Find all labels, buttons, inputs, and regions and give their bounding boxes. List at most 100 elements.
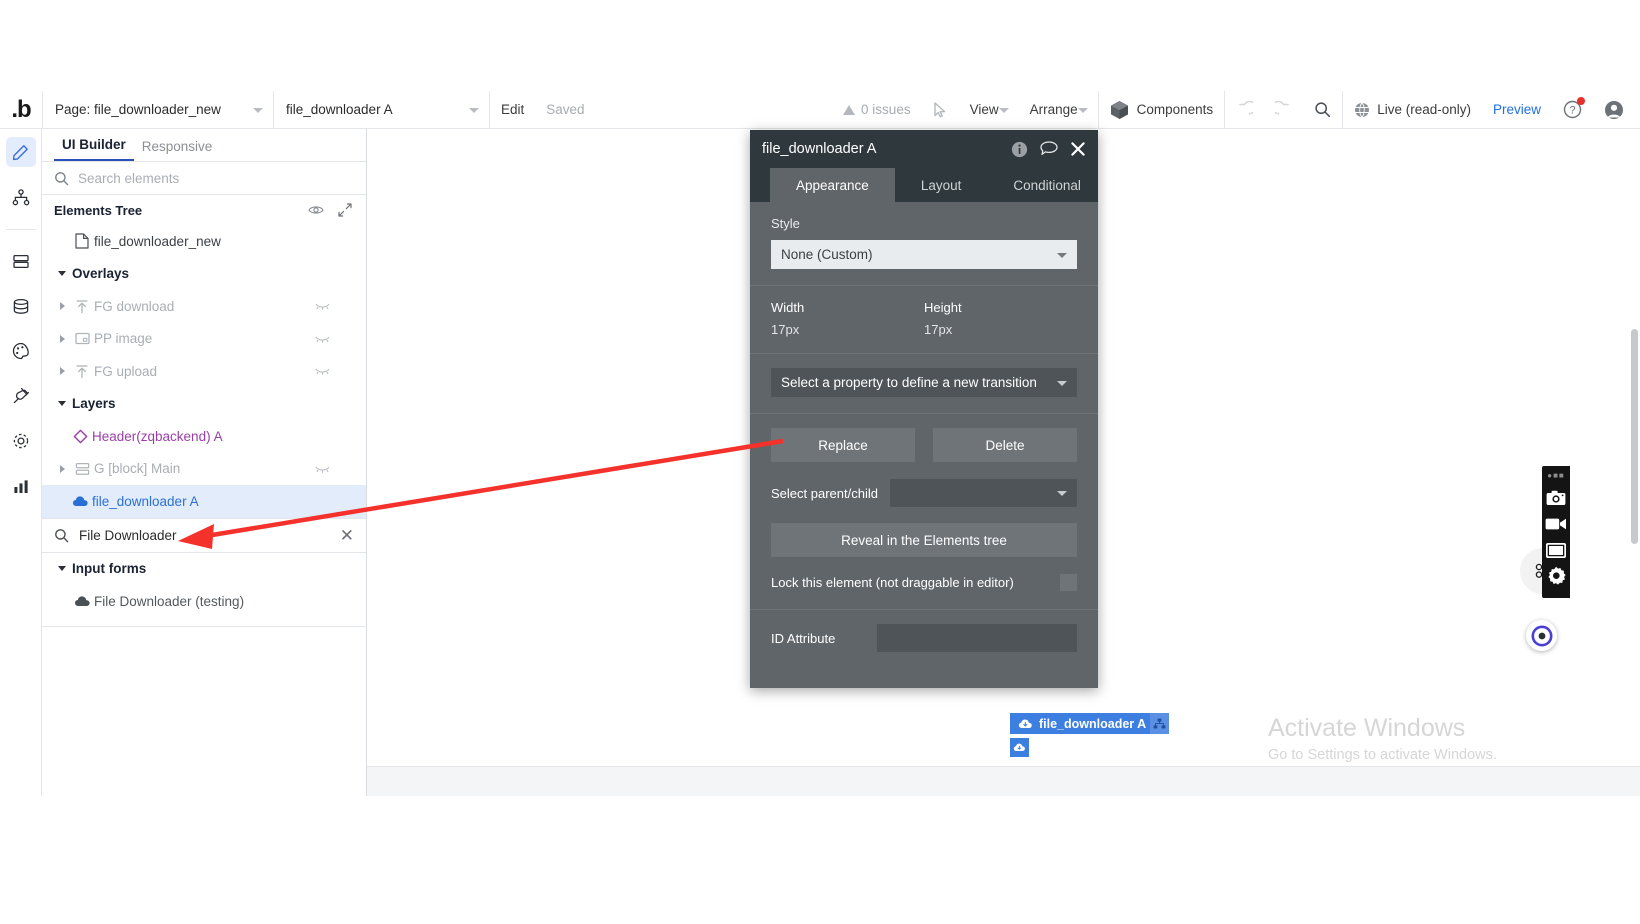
- rail-item-database[interactable]: [6, 291, 36, 321]
- hidden-eye-icon[interactable]: [315, 334, 330, 344]
- scrollbar-thumb[interactable]: [1631, 329, 1638, 544]
- comment-icon[interactable]: [1040, 141, 1058, 157]
- globe-icon: [1354, 102, 1370, 118]
- account-button[interactable]: [1593, 91, 1640, 129]
- arrange-menu[interactable]: Arrange: [1019, 91, 1098, 129]
- tab-responsive[interactable]: Responsive: [134, 139, 221, 161]
- panel-tabs: UI Builder Responsive: [42, 129, 366, 162]
- screenshot-button[interactable]: [1544, 485, 1568, 511]
- chevron-down-icon: [1077, 107, 1088, 113]
- live-label: Live (read-only): [1377, 102, 1471, 117]
- tree-group-layers[interactable]: Layers: [42, 388, 366, 421]
- plug-icon: [12, 387, 30, 405]
- lock-element-checkbox[interactable]: [1060, 574, 1077, 591]
- rail-item-design[interactable]: [5, 137, 36, 167]
- selection-hierarchy-button[interactable]: [1150, 713, 1169, 734]
- dialog-title-bar[interactable]: file_downloader A: [750, 130, 1098, 168]
- redo-button[interactable]: [1264, 91, 1303, 129]
- warning-icon: [843, 104, 856, 115]
- page-select[interactable]: Page: file_downloader_new: [43, 91, 273, 129]
- ui-builder-panel: UI Builder Responsive Elements Tree: [42, 129, 367, 796]
- tree-row-fg-upload[interactable]: FG upload: [42, 355, 366, 388]
- chevron-down-icon: [469, 107, 479, 113]
- rail-item-workflow[interactable]: [6, 182, 36, 212]
- expand-icon[interactable]: [338, 203, 352, 217]
- undo-button[interactable]: [1225, 91, 1264, 129]
- window-capture-button[interactable]: [1544, 537, 1568, 563]
- canvas-selection-badge[interactable]: file_downloader A: [1010, 713, 1155, 734]
- hidden-eye-icon[interactable]: [315, 464, 330, 474]
- live-mode-button[interactable]: Live (read-only): [1343, 91, 1482, 129]
- close-icon[interactable]: ✕: [340, 527, 354, 544]
- tab-ui-builder[interactable]: UI Builder: [54, 137, 134, 161]
- rail-item-styles[interactable]: [6, 336, 36, 366]
- search-input[interactable]: [78, 170, 318, 186]
- elements-tree-header: Elements Tree: [42, 195, 366, 225]
- delete-button[interactable]: Delete: [933, 428, 1077, 462]
- hierarchy-icon: [1153, 718, 1166, 730]
- rail-item-data[interactable]: [6, 246, 36, 276]
- style-select[interactable]: None (Custom): [771, 240, 1077, 269]
- tree-row-g-block-main[interactable]: G [block] Main: [42, 453, 366, 486]
- chevron-down-icon: [1057, 380, 1067, 386]
- tree-group-overlays[interactable]: Overlays: [42, 258, 366, 291]
- rail-item-settings[interactable]: [6, 426, 36, 456]
- cloud-download-icon: [70, 595, 94, 608]
- search-button[interactable]: [1303, 91, 1342, 129]
- results-group-label: Input forms: [72, 561, 147, 577]
- results-group-input-forms[interactable]: Input forms: [42, 553, 366, 586]
- info-icon[interactable]: [1011, 141, 1028, 158]
- tree-row-page[interactable]: file_downloader_new: [42, 225, 366, 258]
- preview-button[interactable]: Preview: [1482, 91, 1552, 129]
- element-select-label: file_downloader A: [286, 102, 393, 117]
- reveal-in-tree-button[interactable]: Reveal in the Elements tree: [771, 523, 1077, 557]
- tab-appearance[interactable]: Appearance: [770, 168, 895, 202]
- tree-row-pp-image[interactable]: PP image: [42, 323, 366, 356]
- width-field: Width 17px: [771, 300, 924, 337]
- drag-dots-icon[interactable]: ●■■: [1547, 471, 1565, 480]
- tree-row-label: file_downloader A: [92, 493, 199, 509]
- toolbar-settings-button[interactable]: [1544, 563, 1568, 589]
- transition-select[interactable]: Select a property to define a new transi…: [771, 368, 1077, 397]
- eye-icon[interactable]: [308, 204, 324, 216]
- components-label: Components: [1136, 102, 1214, 117]
- assistant-bubble-button[interactable]: [1526, 620, 1557, 651]
- tree-row-fg-download[interactable]: FG download: [42, 290, 366, 323]
- cloud-download-icon: [1018, 718, 1033, 730]
- element-select[interactable]: file_downloader A: [274, 91, 489, 129]
- tree-row-header-zqbackend[interactable]: Header(zqbackend) A: [42, 420, 366, 453]
- replace-button[interactable]: Replace: [771, 428, 915, 462]
- element-search-bar: [42, 162, 366, 195]
- components-button[interactable]: Components: [1099, 91, 1225, 129]
- issues-indicator[interactable]: 0 issues: [832, 91, 922, 129]
- canvas-scrollbar[interactable]: [1630, 129, 1639, 766]
- selection-element-handle[interactable]: [1010, 738, 1029, 757]
- help-button[interactable]: ?: [1552, 91, 1593, 129]
- filter-input[interactable]: [79, 527, 330, 543]
- close-icon[interactable]: [1070, 141, 1086, 157]
- tab-conditional[interactable]: Conditional: [987, 168, 1107, 202]
- page-icon: [70, 233, 94, 249]
- hidden-eye-icon[interactable]: [315, 301, 330, 311]
- tree-row-label: Header(zqbackend) A: [92, 428, 223, 444]
- cube-icon: [1110, 100, 1129, 120]
- view-menu[interactable]: View: [959, 91, 1019, 129]
- gear-icon: [12, 432, 30, 450]
- undo-icon: [1236, 101, 1254, 118]
- tree-row-file-downloader-a[interactable]: file_downloader A: [42, 485, 366, 518]
- hidden-eye-icon[interactable]: [315, 366, 330, 376]
- style-section: Style None (Custom): [750, 202, 1098, 286]
- edit-button[interactable]: Edit: [490, 91, 535, 129]
- cloud-download-icon: [68, 495, 92, 508]
- result-item-file-downloader-testing[interactable]: File Downloader (testing): [42, 585, 366, 618]
- tab-layout[interactable]: Layout: [895, 168, 988, 202]
- rail-item-logs[interactable]: [6, 471, 36, 501]
- pointer-tool-button[interactable]: [922, 91, 959, 129]
- parent-child-select[interactable]: [889, 479, 1077, 507]
- id-attribute-input[interactable]: [877, 624, 1077, 652]
- float-group-icon: [70, 299, 94, 314]
- rail-item-plugins[interactable]: [6, 381, 36, 411]
- b-logo-icon[interactable]: .b: [0, 91, 42, 129]
- record-video-button[interactable]: [1544, 511, 1568, 537]
- saved-status: Saved: [546, 102, 585, 117]
